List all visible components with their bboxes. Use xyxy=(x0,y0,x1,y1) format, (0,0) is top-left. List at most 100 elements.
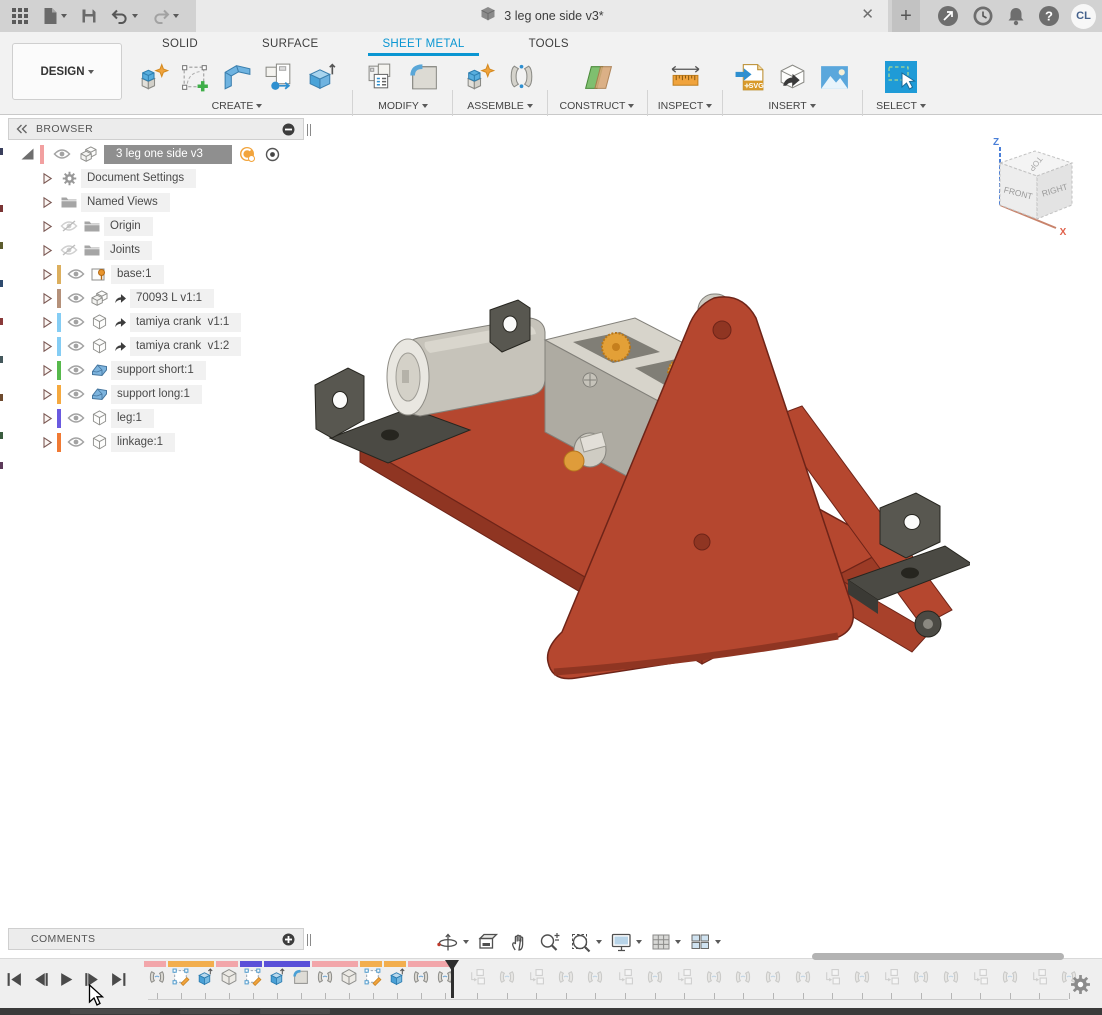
timeline-future-feature-move[interactable] xyxy=(823,968,841,986)
expander-icon[interactable] xyxy=(42,316,57,329)
component-color-swatch[interactable] xyxy=(57,433,61,452)
file-new-button[interactable] xyxy=(37,2,73,30)
timeline-group-bar[interactable] xyxy=(168,961,214,967)
component-color-swatch[interactable] xyxy=(57,265,61,284)
insert-menu[interactable]: INSERT xyxy=(768,100,815,112)
expander-icon[interactable] xyxy=(42,292,57,305)
add-comment-icon[interactable] xyxy=(282,933,295,946)
expander-icon[interactable] xyxy=(42,388,57,401)
timeline-feature-box[interactable] xyxy=(340,968,358,986)
timeline-feature-fillet[interactable] xyxy=(292,968,310,986)
timeline-group-bar[interactable] xyxy=(360,961,382,967)
notifications-button[interactable] xyxy=(1005,2,1027,30)
browser-panel-header[interactable]: BROWSER xyxy=(8,118,304,140)
eye-icon[interactable] xyxy=(64,412,87,424)
timeline-group-bar[interactable] xyxy=(384,961,406,967)
timeline-feature-joint[interactable] xyxy=(412,968,430,986)
eye-hidden-icon[interactable] xyxy=(57,244,80,256)
fillet-button[interactable] xyxy=(406,58,442,96)
skip-to-start-button[interactable] xyxy=(6,971,23,988)
browser-item-joints[interactable]: Joints xyxy=(8,238,304,262)
timeline-future-feature-move[interactable] xyxy=(616,968,634,986)
timeline-feature-extrude[interactable] xyxy=(196,968,214,986)
expander-icon[interactable] xyxy=(42,412,57,425)
tab-sheet-metal[interactable]: SHEET METAL xyxy=(368,34,478,56)
offset-plane-button[interactable] xyxy=(579,58,615,96)
new-component-button[interactable] xyxy=(135,58,171,96)
panel-resize-handle[interactable] xyxy=(307,934,311,946)
browser-root-component[interactable]: 3 leg one side v3 xyxy=(8,142,304,166)
inspect-menu[interactable]: INSPECT xyxy=(658,100,713,112)
browser-item-label[interactable]: Document Settings xyxy=(81,169,196,188)
play-button[interactable] xyxy=(58,971,75,988)
component-color-swatch[interactable] xyxy=(57,385,61,404)
root-component-label[interactable]: 3 leg one side v3 xyxy=(104,145,232,164)
timeline-future-feature-joint[interactable] xyxy=(734,968,752,986)
component-color-swatch[interactable] xyxy=(57,409,61,428)
tab-solid[interactable]: SOLID xyxy=(148,34,212,56)
browser-item-label[interactable]: Named Views xyxy=(81,193,170,212)
browser-item-named-views[interactable]: Named Views xyxy=(8,190,304,214)
create-menu[interactable]: CREATE xyxy=(212,100,263,112)
browser-item-label[interactable]: tamiya crank v1:1 xyxy=(130,313,241,332)
insert-derive-button[interactable] xyxy=(774,58,810,96)
document-tab[interactable]: 3 leg one side v3* ✕ xyxy=(196,0,888,32)
expander-icon[interactable] xyxy=(42,244,57,257)
browser-item-label[interactable]: leg:1 xyxy=(111,409,154,428)
measure-button[interactable] xyxy=(667,58,703,96)
redo-button[interactable] xyxy=(146,2,185,30)
view-cube[interactable]: TOP FRONT RIGHT Z X xyxy=(980,131,1095,241)
component-color-swatch[interactable] xyxy=(57,313,61,332)
eye-icon[interactable] xyxy=(64,340,87,352)
thicken-button[interactable] xyxy=(303,58,339,96)
timeline-feature-extrude[interactable] xyxy=(388,968,406,986)
eye-icon[interactable] xyxy=(64,316,87,328)
tab-tools[interactable]: TOOLS xyxy=(515,34,583,56)
browser-item-label[interactable]: support long:1 xyxy=(111,385,202,404)
tab-surface[interactable]: SURFACE xyxy=(248,34,332,56)
browser-item-support-short-1[interactable]: support short:1 xyxy=(8,358,304,382)
viewports-button[interactable] xyxy=(686,930,724,954)
timeline-future-feature-joint[interactable] xyxy=(764,968,782,986)
timeline-future-feature-move[interactable] xyxy=(468,968,486,986)
browser-item-linkage-1[interactable]: linkage:1 xyxy=(8,430,304,454)
eye-icon[interactable] xyxy=(64,292,87,304)
timeline-future-feature-joint[interactable] xyxy=(1001,968,1019,986)
save-button[interactable] xyxy=(75,2,103,30)
timeline-settings-gear-icon[interactable] xyxy=(1070,974,1091,1000)
expander-icon[interactable] xyxy=(42,220,57,233)
timeline-feature-extrude[interactable] xyxy=(268,968,286,986)
assemble-menu[interactable]: ASSEMBLE xyxy=(467,100,533,112)
display-settings-button[interactable] xyxy=(607,930,645,954)
timeline-feature-joint[interactable] xyxy=(316,968,334,986)
timeline-future-feature-move[interactable] xyxy=(527,968,545,986)
component-color-swatch[interactable] xyxy=(57,289,61,308)
model-canvas[interactable] xyxy=(290,280,970,710)
undo-button[interactable] xyxy=(105,2,144,30)
help-button[interactable]: ? xyxy=(1036,2,1062,30)
eye-icon[interactable] xyxy=(64,388,87,400)
minimize-panel-icon[interactable] xyxy=(282,123,295,136)
browser-item-label[interactable]: Joints xyxy=(104,241,152,260)
select-button[interactable] xyxy=(883,58,919,96)
job-status-button[interactable] xyxy=(970,2,996,30)
insert-svg-button[interactable]: SVG xyxy=(732,58,768,96)
expander-icon[interactable] xyxy=(42,196,57,209)
timeline-feature-sketch[interactable] xyxy=(172,968,190,986)
create-sketch-button[interactable] xyxy=(177,58,213,96)
zoom-window-button[interactable] xyxy=(566,930,605,954)
look-at-button[interactable] xyxy=(474,930,503,954)
orbit-button[interactable] xyxy=(433,930,472,954)
insert-canvas-button[interactable] xyxy=(816,58,852,96)
timeline-future-feature-joint[interactable] xyxy=(794,968,812,986)
expander-icon[interactable] xyxy=(42,340,57,353)
browser-item-tamiya-crank-v1-2[interactable]: tamiya crank v1:2 xyxy=(8,334,304,358)
extensions-button[interactable] xyxy=(935,2,961,30)
browser-item-label[interactable]: 70093 L v1:1 xyxy=(130,289,214,308)
browser-item-leg-1[interactable]: leg:1 xyxy=(8,406,304,430)
grid-layout-button[interactable] xyxy=(647,930,684,954)
timeline-future-feature-joint[interactable] xyxy=(646,968,664,986)
unfold-button[interactable] xyxy=(364,58,400,96)
browser-item-support-long-1[interactable]: support long:1 xyxy=(8,382,304,406)
joint-button[interactable] xyxy=(503,58,539,96)
